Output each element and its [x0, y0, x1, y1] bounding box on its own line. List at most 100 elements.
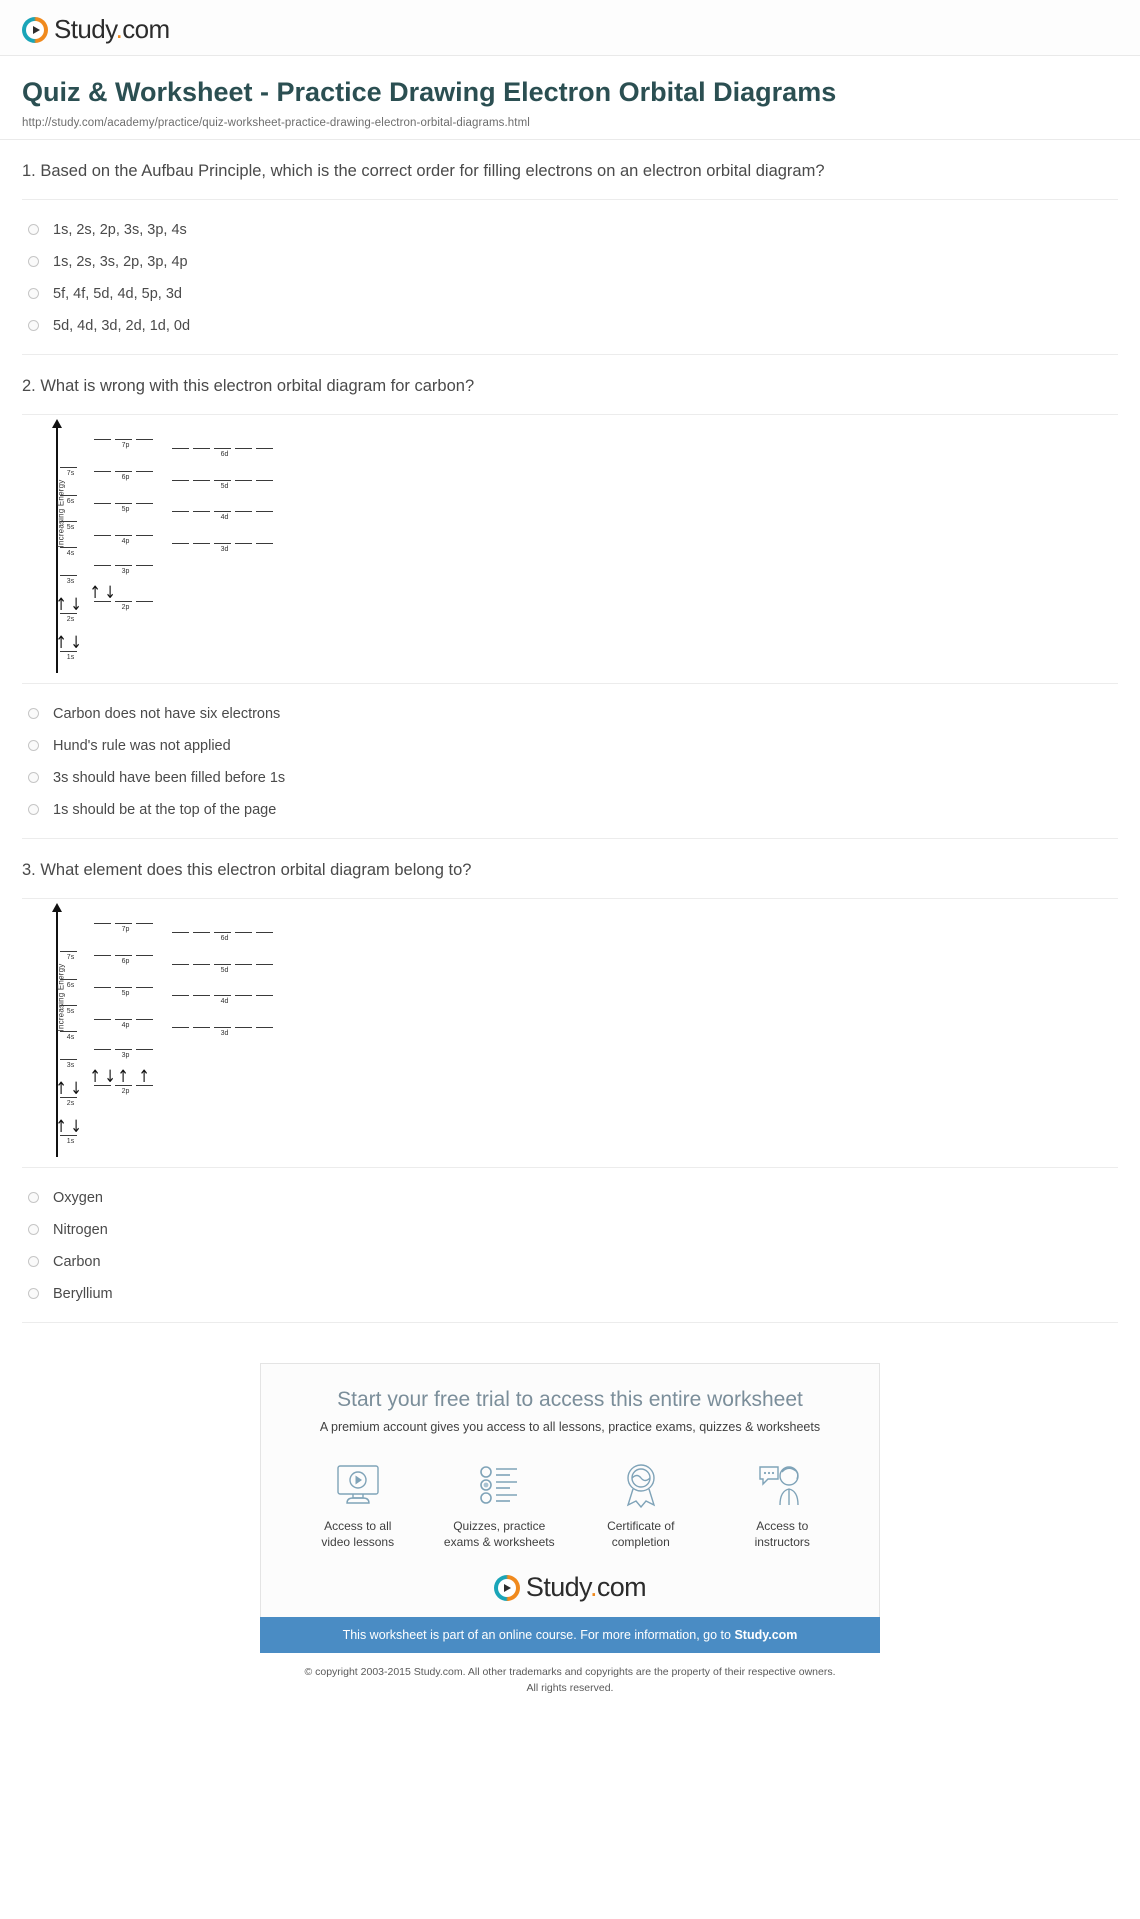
radio-button[interactable]	[28, 804, 39, 816]
radio-button[interactable]	[28, 1192, 39, 1204]
study-logo[interactable]: Study.com	[22, 14, 170, 45]
orbital-line	[115, 502, 132, 505]
orbital-line	[115, 600, 132, 603]
orbital-slot	[235, 994, 252, 997]
orbital-slot	[214, 1026, 231, 1029]
orbital-slot	[136, 954, 153, 957]
orbital-slot	[214, 994, 231, 997]
answer-option[interactable]: Nitrogen	[22, 1214, 1118, 1246]
orbital-line	[136, 1048, 153, 1051]
orbital-slot	[115, 534, 132, 537]
question-text: 1. Based on the Aufbau Principle, which …	[22, 162, 1118, 200]
orbital-slot	[193, 510, 210, 513]
orbital-label: 3p	[121, 567, 130, 575]
radio-button[interactable]	[28, 320, 39, 332]
orbital-line	[136, 502, 153, 505]
radio-button[interactable]	[28, 288, 39, 300]
orbital-label: 6d	[220, 450, 229, 458]
orbital-level-2s: ↑ ↓ 2s	[56, 597, 82, 623]
orbital-slot	[136, 438, 153, 441]
radio-button[interactable]	[28, 1224, 39, 1236]
orbital-line	[214, 963, 231, 966]
orbital-slot	[214, 963, 231, 966]
orbital-level-5p: 5p	[94, 986, 157, 997]
orbital-label: 5p	[121, 505, 130, 513]
answer-option[interactable]: 5f, 4f, 5d, 4d, 5p, 3d	[22, 278, 1118, 310]
orbital-level-7s: 7s	[60, 950, 81, 961]
orbital-slot	[94, 564, 111, 567]
orbital-line	[136, 470, 153, 473]
orbital-line	[94, 954, 111, 957]
radio-button[interactable]	[28, 740, 39, 752]
banner-link[interactable]: Study.com	[734, 1628, 797, 1642]
radio-button[interactable]	[28, 1288, 39, 1300]
orbital-slot	[235, 447, 252, 450]
answer-option[interactable]: Beryllium	[22, 1278, 1118, 1310]
orbital-label: 7p	[121, 441, 130, 449]
answer-option[interactable]: 1s, 2s, 2p, 3s, 3p, 4s	[22, 214, 1118, 246]
radio-button[interactable]	[28, 256, 39, 268]
orbital-slot	[235, 931, 252, 934]
promo-study-logo[interactable]: Study.com	[261, 1572, 879, 1603]
orbital-label: 7s	[66, 953, 75, 961]
answer-option[interactable]: Oxygen	[22, 1182, 1118, 1214]
orbital-label: 3d	[220, 1029, 229, 1037]
orbital-line	[60, 950, 77, 953]
answer-option[interactable]: Carbon does not have six electrons	[22, 698, 1118, 730]
answer-option[interactable]: 3s should have been filled before 1s	[22, 762, 1118, 794]
copyright-line2: All rights reserved.	[526, 1682, 614, 1695]
orbital-label: 5p	[121, 989, 130, 997]
orbital-label: 4d	[220, 513, 229, 521]
answer-option[interactable]: 1s should be at the top of the page	[22, 794, 1118, 826]
electron-updown-arrow: ↑ ↓	[89, 1067, 116, 1088]
orbital-line	[136, 954, 153, 957]
radio-button[interactable]	[28, 224, 39, 236]
orbital-slot	[94, 986, 111, 989]
course-banner[interactable]: This worksheet is part of an online cour…	[260, 1617, 880, 1654]
orbital-level-1s: ↑ ↓ 1s	[56, 635, 82, 661]
promo-title: Start your free trial to access this ent…	[337, 1387, 803, 1411]
radio-button[interactable]	[28, 708, 39, 720]
orbital-label: 3s	[66, 577, 75, 585]
orbital-slot	[214, 542, 231, 545]
orbital-slot	[60, 494, 77, 497]
orbital-level-5s: 5s	[60, 520, 81, 531]
logo-name: Study	[54, 14, 116, 44]
answer-label: Nitrogen	[53, 1221, 108, 1238]
orbital-line	[193, 1026, 210, 1029]
answer-option[interactable]: 1s, 2s, 3s, 2p, 3p, 4p	[22, 246, 1118, 278]
orbital-line	[193, 479, 210, 482]
radio-button[interactable]	[28, 1256, 39, 1268]
orbital-line	[235, 510, 252, 513]
instructor-chat-icon	[712, 1458, 852, 1512]
answer-label: 3s should have been filled before 1s	[53, 769, 286, 786]
orbital-slot	[115, 438, 132, 441]
feature-line2: video lessons	[321, 1535, 395, 1550]
orbital-level-5d: 5d	[172, 963, 277, 974]
copyright-line1: © copyright 2003-2015 Study.com. All oth…	[304, 1666, 836, 1679]
answer-label: Oxygen	[53, 1189, 103, 1206]
orbital-slot	[235, 479, 252, 482]
orbital-slot	[256, 542, 273, 545]
orbital-slot	[60, 950, 77, 953]
orbital-slot	[235, 542, 252, 545]
radio-button[interactable]	[28, 772, 39, 784]
electron-updown-arrow: ↑ ↓	[89, 583, 116, 604]
orbital-level-3d: 3d	[172, 542, 277, 553]
orbital-slot: ↑ ↓	[56, 1119, 81, 1137]
answer-option[interactable]: Hund's rule was not applied	[22, 730, 1118, 762]
orbital-level-4d: 4d	[172, 510, 277, 521]
orbital-line	[235, 542, 252, 545]
orbital-slot	[94, 502, 111, 505]
orbital-line	[214, 542, 231, 545]
orbital-line	[60, 574, 77, 577]
logo-wordmark: Study.com	[526, 1572, 647, 1603]
orbital-level-5p: 5p	[94, 502, 157, 513]
orbital-level-7p: 7p	[94, 438, 157, 449]
answer-option[interactable]: Carbon	[22, 1246, 1118, 1278]
orbital-level-7s: 7s	[60, 466, 81, 477]
orbital-level-3p: 3p	[94, 1048, 157, 1059]
play-circle-icon	[22, 16, 48, 43]
answer-option[interactable]: 5d, 4d, 3d, 2d, 1d, 0d	[22, 310, 1118, 342]
orbital-line	[214, 447, 231, 450]
